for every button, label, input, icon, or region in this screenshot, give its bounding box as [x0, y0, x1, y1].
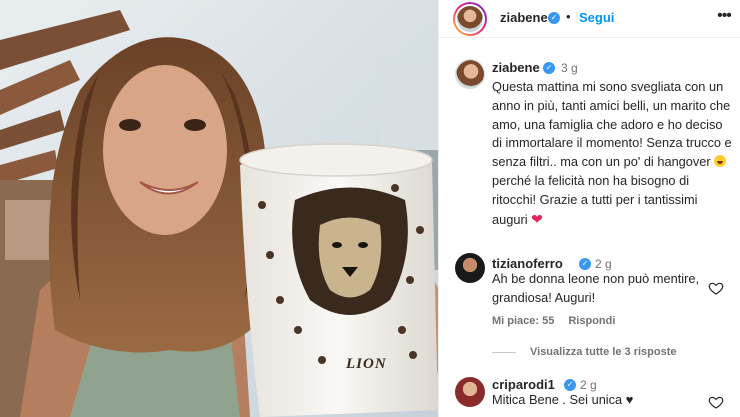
comment-avatar[interactable]: [455, 377, 485, 407]
comment-meta: Mi piace: 55 Rispondi: [492, 315, 629, 327]
heart-outline-icon[interactable]: [708, 280, 724, 296]
verified-badge-icon: ✓: [548, 12, 560, 24]
heart-outline-icon[interactable]: [708, 394, 724, 410]
caption-text-part1: Questa mattina mi sono svegliata con un …: [492, 79, 732, 170]
post-image: [0, 0, 438, 417]
comment-timestamp[interactable]: 2 g: [580, 378, 597, 392]
verified-badge-icon: ✓: [564, 379, 576, 391]
verified-badge-icon: ✓: [543, 62, 555, 74]
comment-avatar[interactable]: [455, 253, 485, 283]
comment-username[interactable]: criparodi1: [492, 377, 555, 392]
header-avatar[interactable]: [453, 2, 487, 36]
header-separator: •: [566, 9, 571, 24]
red-heart-icon: ❤: [531, 210, 543, 227]
reply-button[interactable]: Rispondi: [568, 315, 615, 327]
post-sidebar: ziabene ✓ • Segui ••• ziabene ✓ 3 g Ques…: [438, 0, 740, 417]
caption-timestamp[interactable]: 3 g: [561, 61, 578, 75]
view-replies-button[interactable]: Visualizza tutte le 3 risposte: [492, 346, 677, 358]
view-replies-label: Visualizza tutte le 3 risposte: [530, 346, 677, 358]
caption-text-part2: perché la felicità non ha bisogno di rit…: [492, 172, 698, 227]
verified-badge-icon: ✓: [579, 258, 591, 270]
comment-username[interactable]: tizianoferro: [492, 256, 563, 271]
comment-likes[interactable]: Mi piace: 55: [492, 315, 554, 327]
replies-divider: [492, 351, 516, 353]
comment-timestamp[interactable]: 2 g: [595, 257, 612, 271]
post-header: ziabene ✓ • Segui •••: [439, 0, 740, 38]
laughing-emoji-icon: [714, 155, 727, 168]
mug-label: LION: [346, 356, 387, 372]
caption-avatar[interactable]: [455, 59, 485, 89]
comment-text: Ah be donna leone non può mentire, grand…: [492, 271, 700, 305]
comment-text: Mitica Bene . Sei unica ♥: [492, 392, 634, 407]
more-options-icon[interactable]: •••: [713, 8, 735, 27]
follow-button[interactable]: Segui: [579, 10, 614, 25]
post-photo[interactable]: LION: [0, 0, 438, 417]
caption-username[interactable]: ziabene: [492, 60, 540, 75]
header-username[interactable]: ziabene: [500, 10, 548, 25]
caption-text: Questa mattina mi sono svegliata con un …: [492, 78, 734, 229]
